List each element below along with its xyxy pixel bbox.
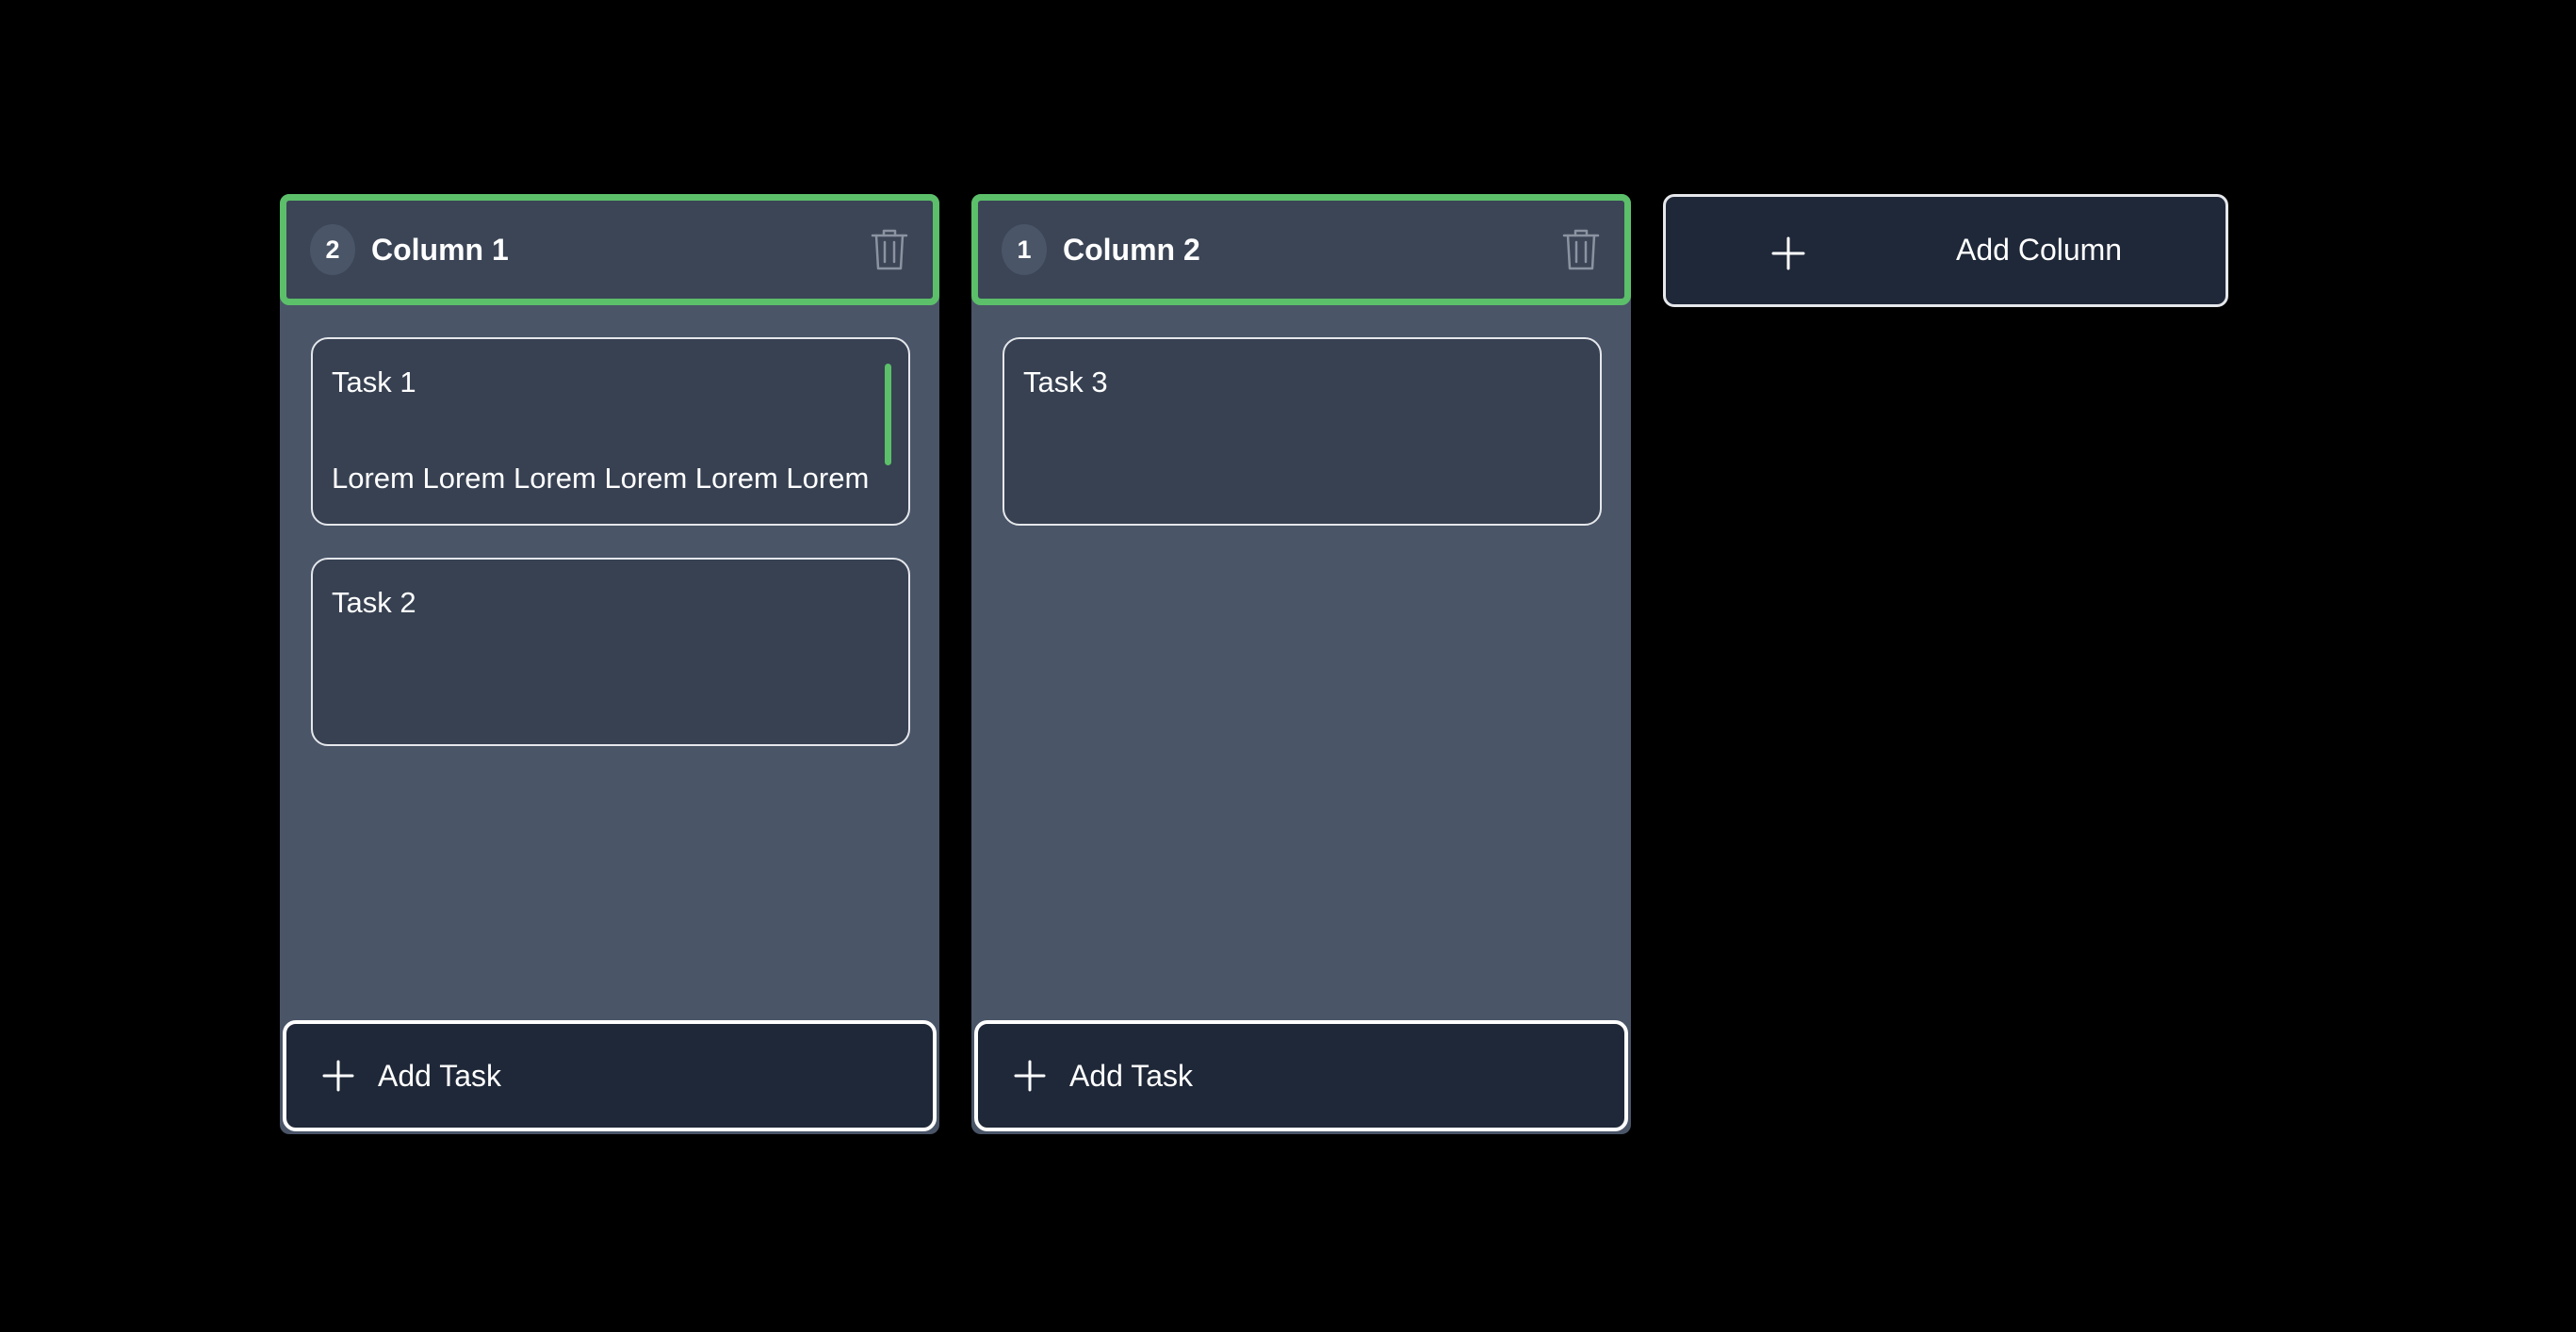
- task-title: Task 2: [332, 586, 416, 619]
- task-title: Task 3: [1023, 365, 1108, 398]
- add-task-label: Add Task: [1069, 1058, 1194, 1093]
- column-title[interactable]: Column 2: [1063, 233, 1558, 268]
- add-task-label: Add Task: [378, 1058, 502, 1093]
- column-title[interactable]: Column 1: [371, 233, 867, 268]
- delete-column-button[interactable]: [867, 223, 912, 276]
- add-task-button[interactable]: Add Task: [283, 1020, 937, 1131]
- delete-column-button[interactable]: [1558, 223, 1604, 276]
- scrollbar-thumb[interactable]: [885, 364, 891, 465]
- task-card[interactable]: Task 2: [311, 558, 910, 746]
- column-header[interactable]: 2 Column 1: [280, 194, 939, 305]
- kanban-board: 2 Column 1 Task 1 Lorem Lorem Lorem Lore…: [280, 194, 2228, 1134]
- task-list: Task 3: [1003, 337, 1602, 526]
- add-column-label: Add Column: [1956, 233, 2123, 267]
- plus-icon: [1014, 1060, 1046, 1092]
- task-list: Task 1 Lorem Lorem Lorem Lorem Lorem Lor…: [311, 337, 910, 746]
- column-2: 1 Column 2 Task 3 Add Task: [971, 194, 1631, 1134]
- plus-icon: [322, 1060, 354, 1092]
- task-card[interactable]: Task 3: [1003, 337, 1602, 526]
- add-column-button[interactable]: Add Column: [1663, 194, 2228, 307]
- task-count-badge: 2: [310, 224, 355, 275]
- task-count-badge: 1: [1002, 224, 1047, 275]
- trash-icon: [871, 227, 908, 272]
- task-card[interactable]: Task 1 Lorem Lorem Lorem Lorem Lorem Lor…: [311, 337, 910, 526]
- column-1: 2 Column 1 Task 1 Lorem Lorem Lorem Lore…: [280, 194, 939, 1134]
- column-header[interactable]: 1 Column 2: [971, 194, 1631, 305]
- task-title: Task 1: [332, 365, 416, 398]
- trash-icon: [1562, 227, 1600, 272]
- task-description: Lorem Lorem Lorem Lorem Lorem Lorem: [332, 462, 870, 495]
- add-task-button[interactable]: Add Task: [974, 1020, 1628, 1131]
- plus-icon: [1771, 236, 1805, 270]
